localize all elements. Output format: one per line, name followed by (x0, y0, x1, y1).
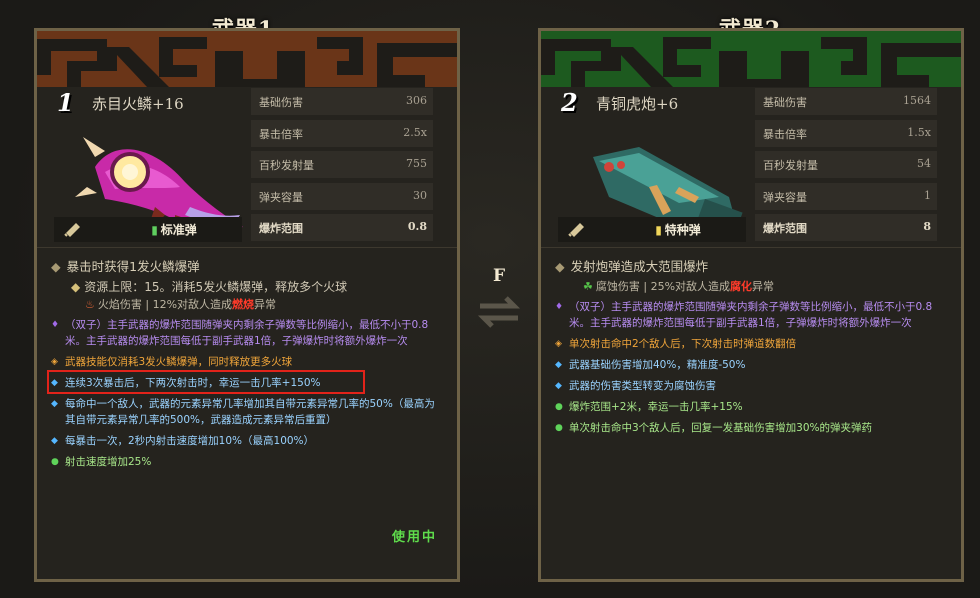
stat-value: 2.5x (403, 125, 427, 139)
weapon2-ammo-type: ▮ 特种弹 (655, 223, 701, 237)
trait-item: ◆ 每暴击一次，2秒内射击速度增加10%（最高100%） (51, 435, 315, 447)
weapon2-stats: 基础伤害 1564 暴击倍率 1.5x 百秒发射量 54 弹夹容量 1 爆炸范围 8 (755, 88, 937, 246)
weapon1-resource-line: ◆ 资源上限：15。消耗5发火鳞爆弹，释放多个火球 (71, 280, 348, 294)
trait-item: ◈ 单次射击命中2个敌人后，下次射击时弹道数翻倍 (555, 338, 797, 350)
swap-key: F (492, 266, 506, 286)
bullet-icon: ◈ (51, 357, 58, 367)
trait-item: ◆ 武器基础伤害增加40%，精准度-50% (555, 359, 746, 371)
bullet-icon: ● (555, 423, 563, 433)
ammo-icon (64, 223, 80, 237)
stat-row: 弹夹容量 1 (755, 182, 937, 210)
divider (541, 247, 961, 248)
diamond-icon: ◆ (51, 259, 61, 274)
fire-icon: ♨ (85, 298, 95, 311)
stat-row: 百秒发射量 54 (755, 151, 937, 178)
stat-value: 1564 (903, 94, 931, 107)
swap-arrows-icon (477, 296, 521, 328)
weapon2-main-effect: ◆ 发射炮弹造成大范围爆炸 (555, 259, 709, 274)
weapon1-effects: ◆ 暴击时获得1发火鳞爆弹 ◆ 资源上限：15。消耗5发火鳞爆弹，释放多个火球 ♨ 火… (51, 259, 441, 475)
weapon2-element-line: ☘ 腐蚀伤害 | 25%对敌人造成腐化异常 (583, 280, 775, 293)
swap-control[interactable]: F (473, 266, 525, 336)
banner-pattern (37, 31, 457, 87)
stat-row: 爆炸范围 8 (755, 214, 937, 241)
weapon1-ammo-type: ▮ 标准弹 (151, 223, 197, 237)
weapon1-slot-number: 1 (57, 88, 74, 117)
weapon1-main-effect: ◆ 暴击时获得1发火鳞爆弹 (51, 259, 200, 274)
trait-item: ● 爆炸范围+2米，幸运一击几率+15% (555, 401, 743, 413)
stat-value: 54 (917, 157, 931, 170)
in-use-status: 使用中 (391, 530, 437, 545)
weapon2-banner (541, 31, 961, 87)
trait-item: ◆ 每命中一个敌人，武器的元素异常几率增加其自带元素异常几率的50%（最高为其自带… (51, 398, 435, 426)
weapon2-name: 青铜虎炮+6 (596, 95, 679, 113)
bullet-icon: ◈ (555, 339, 562, 349)
diamond-icon: ◆ (555, 259, 565, 274)
stat-row: 百秒发射量 755 (251, 151, 433, 178)
stat-row: 弹夹容量 30 (251, 182, 433, 210)
stat-value: 1.5x (907, 125, 931, 139)
bullet-icon: ◆ (555, 360, 562, 370)
stat-value: 306 (406, 94, 427, 107)
trait-item: ♦ （双子）主手武器的爆炸范围随弹夹内剩余子弹数等比例缩小，最低不小于0.8米。主… (555, 301, 933, 329)
bullet-icon: ◆ (51, 436, 58, 446)
bullet-icon: ● (51, 457, 59, 467)
bullet-icon: ♦ (51, 320, 60, 330)
bullet-icon: ♦ (555, 302, 564, 312)
stat-value: 8 (923, 220, 931, 233)
weapon2-ammo-bar: ▮ 特种弹 (558, 217, 746, 242)
ammo-mark-icon: ▮ (655, 223, 662, 237)
resource-icon: ◆ (71, 280, 81, 294)
bullet-icon: ● (555, 402, 563, 412)
divider (37, 247, 457, 248)
banner-pattern (541, 31, 961, 87)
weapon1-name: 赤目火鳞+16 (92, 95, 184, 113)
weapon2-slot-number: 2 (561, 88, 578, 117)
stat-row: 爆炸范围 0.8 (251, 214, 433, 241)
bullet-icon: ◆ (555, 381, 562, 391)
stat-row: 暴击倍率 1.5x (755, 119, 937, 147)
weapon1-panel[interactable]: 1 赤目火鳞+16 ▮ 标准弹 基础伤害 306 暴击倍率 2.5x 百秒发射量 755… (34, 28, 460, 582)
weapon1-ammo-bar: ▮ 标准弹 (54, 217, 242, 242)
trait-item-highlighted: ◈ 武器技能仅消耗3发火鳞爆弹，同时释放更多火球 (51, 356, 293, 368)
ammo-mark-icon: ▮ (151, 223, 158, 237)
weapon1-banner (37, 31, 457, 87)
stat-value: 1 (924, 188, 931, 202)
weapon2-effects: ◆ 发射炮弹造成大范围爆炸 ☘ 腐蚀伤害 | 25%对敌人造成腐化异常 ♦ （双子）主… (555, 259, 945, 441)
weapon1-stats: 基础伤害 306 暴击倍率 2.5x 百秒发射量 755 弹夹容量 30 爆炸范围 0.8 (251, 88, 433, 246)
trait-item: ● 射击速度增加25% (51, 456, 152, 468)
stat-value: 755 (406, 157, 427, 170)
stat-row: 基础伤害 306 (251, 88, 433, 115)
ammo-icon (568, 223, 584, 237)
trait-item: ♦ （双子）主手武器的爆炸范围随弹夹内剩余子弹数等比例缩小，最低不小于0.8米。主… (51, 319, 429, 347)
stat-row: 基础伤害 1564 (755, 88, 937, 115)
stat-row: 暴击倍率 2.5x (251, 119, 433, 147)
stat-value: 0.8 (407, 220, 427, 233)
trait-item: ● 单次射击命中3个敌人后，回复一发基础伤害增加30%的弹夹弹药 (555, 422, 873, 434)
trait-item: ◆ 武器的伤害类型转变为腐蚀伤害 (555, 380, 716, 392)
stat-value: 30 (413, 188, 427, 202)
highlight-box (47, 370, 365, 394)
weapon1-element-line: ♨ 火焰伤害 | 12%对敌人造成燃烧异常 (85, 298, 277, 311)
poison-icon: ☘ (583, 280, 593, 293)
bullet-icon: ◆ (51, 399, 58, 409)
weapon2-panel[interactable]: 2 青铜虎炮+6 ▮ 特种弹 基础伤害 1564 暴击倍率 1.5x 百秒发射量 54 … (538, 28, 964, 582)
